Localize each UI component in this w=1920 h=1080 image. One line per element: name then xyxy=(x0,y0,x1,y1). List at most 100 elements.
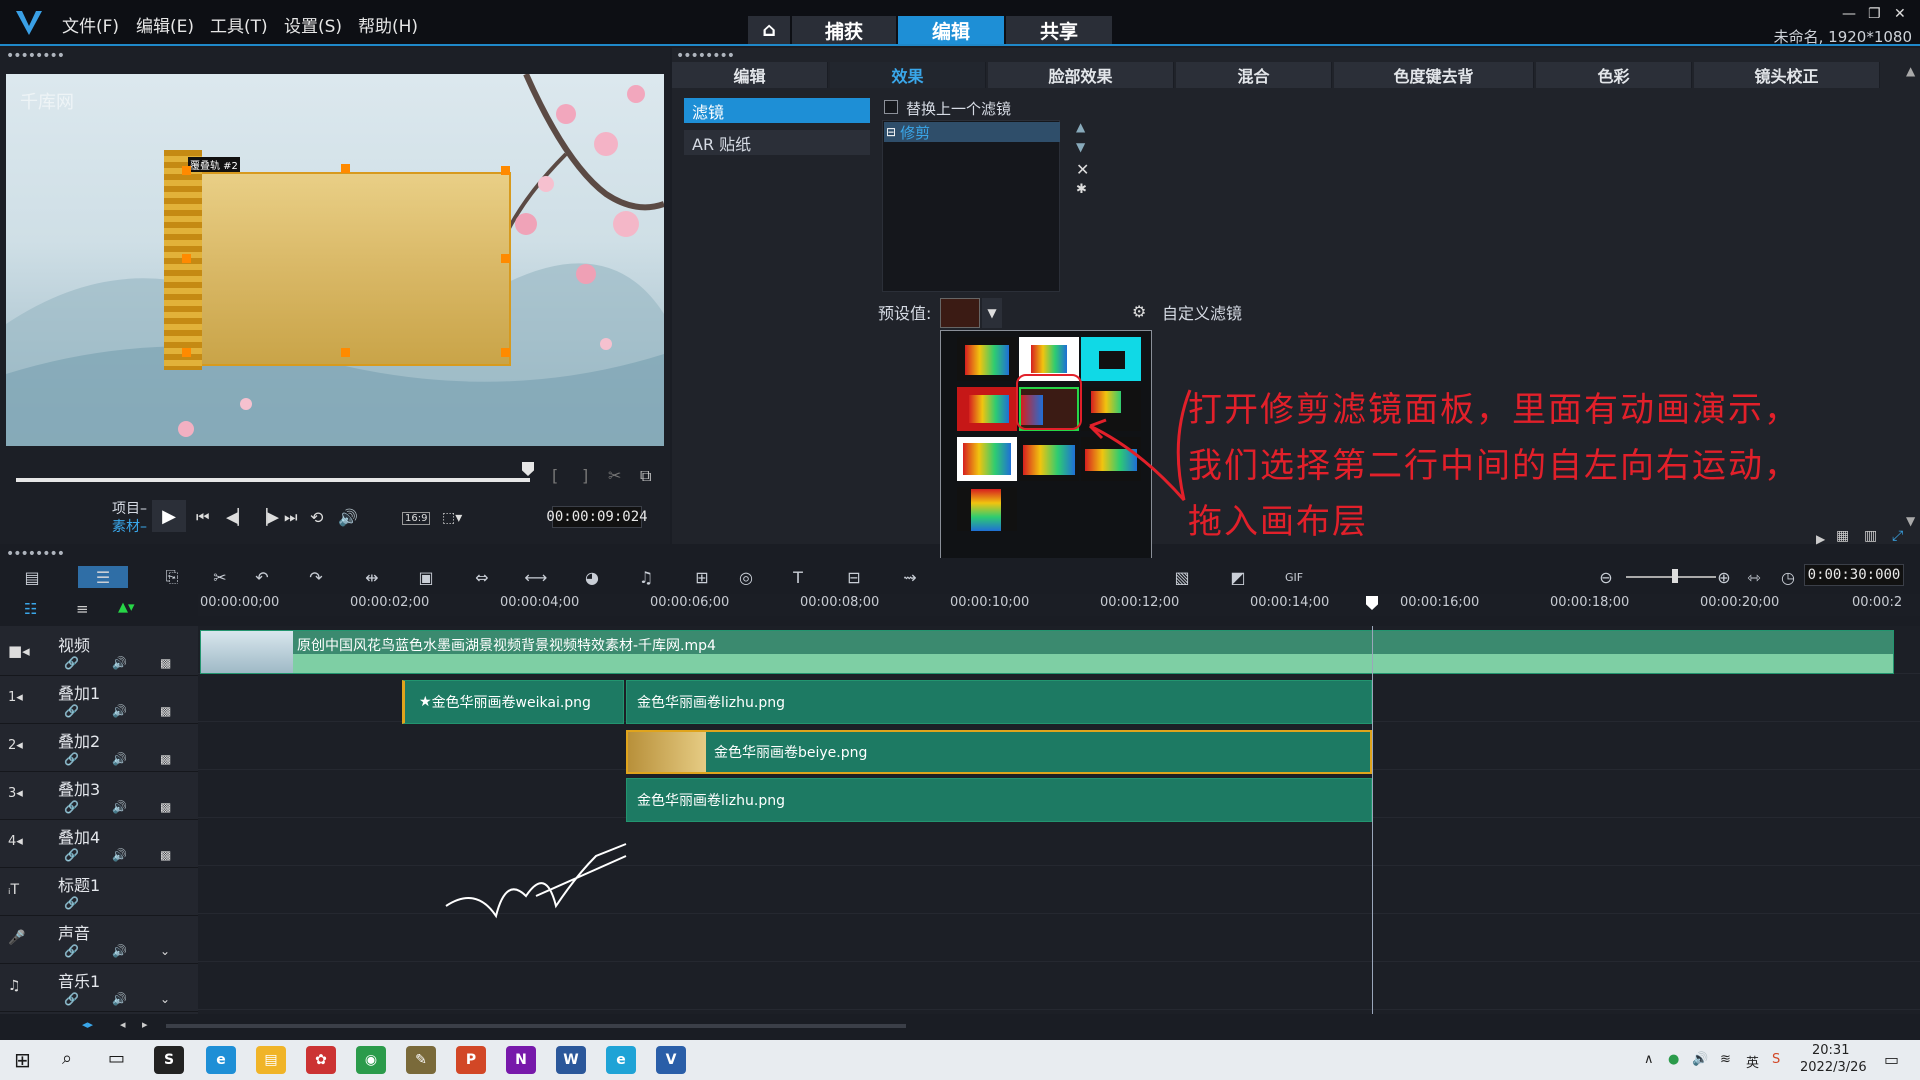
link-icon[interactable]: 🔗 xyxy=(64,992,79,1006)
time-ruler[interactable] xyxy=(198,594,1920,616)
zoom-out-icon[interactable]: ⊖ xyxy=(1594,566,1618,588)
display-mode-icon[interactable]: ⬚▾ xyxy=(442,510,462,526)
grid-icon[interactable]: ▩ xyxy=(160,704,171,718)
menu-help[interactable]: 帮助(H) xyxy=(358,12,418,37)
zoom-in-icon[interactable]: ⊕ xyxy=(1712,566,1736,588)
speed-icon[interactable]: ⇝ xyxy=(898,566,922,588)
fit-project-icon[interactable]: ⇿ xyxy=(1742,566,1766,588)
custom-filter-icon[interactable]: ⚙ xyxy=(1132,302,1146,321)
track-header-music1[interactable]: ♫ 音乐1 🔗 🔊 ⌄ xyxy=(0,964,198,1012)
restore-icon[interactable]: ❐ xyxy=(1868,6,1881,22)
resize-handle[interactable] xyxy=(501,166,510,175)
resize-handle[interactable] xyxy=(182,348,191,357)
scroll-right-icon[interactable]: ▸ xyxy=(142,1018,148,1031)
preset-thumb[interactable] xyxy=(957,387,1017,431)
mute-icon[interactable]: 🔊 xyxy=(112,848,127,862)
clock-time[interactable]: 20:31 xyxy=(1812,1043,1849,1058)
tab-color[interactable]: 色彩 xyxy=(1536,62,1692,88)
preset-thumb[interactable] xyxy=(957,337,1017,381)
volume-icon[interactable]: 🔊 xyxy=(338,508,358,527)
overlay-clip-selected[interactable]: 金色华丽画卷beiye.png xyxy=(626,730,1372,774)
overlay-clip[interactable]: ★ 金色华丽画卷weikai.png xyxy=(402,680,624,724)
resize-handle[interactable] xyxy=(501,348,510,357)
tab-blend[interactable]: 混合 xyxy=(1176,62,1332,88)
preset-thumb[interactable] xyxy=(1019,437,1079,481)
tab-effects[interactable]: 效果 xyxy=(830,62,986,88)
tab-lens-correction[interactable]: 镜头校正 xyxy=(1694,62,1880,88)
color-icon[interactable]: ◕ xyxy=(580,566,604,588)
grip-icon[interactable]: •••••••• xyxy=(6,48,65,64)
wifi-icon[interactable]: ≋ xyxy=(1720,1052,1731,1067)
mark-in-icon[interactable]: [ xyxy=(552,466,558,485)
move-down-icon[interactable]: ▼ xyxy=(1076,140,1085,154)
ime-icon[interactable]: 英 xyxy=(1746,1052,1759,1071)
move-up-icon[interactable]: ▲ xyxy=(1076,120,1085,134)
tray-volume-icon[interactable]: 🔊 xyxy=(1692,1052,1708,1067)
crop-icon[interactable]: ▣ xyxy=(414,566,438,588)
filter-toggle-icon[interactable]: ⊟ xyxy=(886,125,896,139)
mark-out-icon[interactable]: ] xyxy=(582,466,588,485)
audio-icon[interactable]: ♫ xyxy=(634,566,658,588)
title-icon[interactable]: T xyxy=(786,566,810,588)
grid-icon[interactable]: ▩ xyxy=(160,656,171,670)
tab-edit-options[interactable]: 编辑 xyxy=(672,62,828,88)
overlay-clip[interactable]: 金色华丽画卷lizhu.png xyxy=(626,778,1372,822)
menu-tools[interactable]: 工具(T) xyxy=(210,12,268,37)
mute-icon[interactable]: 🔊 xyxy=(112,992,127,1006)
repeat-icon[interactable]: ⟲ xyxy=(310,508,323,527)
split-screen-icon[interactable]: ⊟ xyxy=(842,566,866,588)
link-icon[interactable]: 🔗 xyxy=(64,656,79,670)
undo-icon[interactable]: ↶ xyxy=(250,566,274,588)
windows-start-icon[interactable]: ⊞ xyxy=(14,1048,31,1072)
menu-file[interactable]: 文件(F) xyxy=(62,12,119,37)
stretch-icon[interactable]: ⟷ xyxy=(524,566,548,588)
preset-selected-thumb[interactable] xyxy=(940,298,980,328)
copy-icon[interactable]: ⎘ xyxy=(160,566,184,588)
category-ar-sticker[interactable]: AR 贴纸 xyxy=(684,130,870,155)
resize-handle[interactable] xyxy=(182,254,191,263)
tab-face-effects[interactable]: 脸部效果 xyxy=(988,62,1174,88)
next-frame-icon[interactable]: ▕▶ xyxy=(256,508,279,526)
videostudio-icon[interactable]: V xyxy=(656,1046,686,1074)
clock-date[interactable]: 2022/3/26 xyxy=(1800,1060,1867,1075)
mute-icon[interactable]: 🔊 xyxy=(112,944,127,958)
storyboard-view-icon[interactable]: ▤ xyxy=(20,566,44,588)
mask-icon[interactable]: ◎ xyxy=(734,566,758,588)
snapshot-icon[interactable]: ⧉ xyxy=(640,466,651,486)
applied-filter-item[interactable]: ⊟ 修剪 xyxy=(884,122,1060,142)
applied-filter-list[interactable] xyxy=(882,120,1060,292)
tray-chevron-icon[interactable]: ∧ xyxy=(1644,1052,1654,1067)
tab-share[interactable]: 共享 xyxy=(1006,16,1112,44)
link-icon[interactable]: 🔗 xyxy=(64,800,79,814)
go-to-end-icon[interactable]: ⏭ xyxy=(284,508,298,526)
tools-icon[interactable]: ✂ xyxy=(208,566,232,588)
preset-thumb[interactable] xyxy=(957,487,1017,531)
menu-edit[interactable]: 编辑(E) xyxy=(136,12,194,37)
grid-icon[interactable]: ▩ xyxy=(160,848,171,862)
resize-handle[interactable] xyxy=(341,348,350,357)
track-header-video[interactable]: ■◂ 视频 🔗 🔊 ▩ xyxy=(0,628,198,676)
edge-icon[interactable]: e xyxy=(206,1046,236,1074)
task-view-icon[interactable]: ▭ xyxy=(108,1048,125,1069)
timecode-field[interactable]: 00:00:09:024 xyxy=(546,506,648,528)
onenote-icon[interactable]: N xyxy=(506,1046,536,1074)
aspect-ratio-button[interactable]: 16:9 xyxy=(402,512,431,525)
filter-settings-icon[interactable]: ✱ xyxy=(1076,182,1087,197)
search-icon[interactable]: ⌕ xyxy=(62,1048,72,1069)
delete-filter-icon[interactable]: ✕ xyxy=(1076,160,1089,179)
expand-icon[interactable]: ▶ xyxy=(1816,532,1825,546)
zoom-slider[interactable] xyxy=(1626,576,1716,578)
link-icon[interactable]: 🔗 xyxy=(64,848,79,862)
play-button[interactable]: ▶ xyxy=(152,500,186,532)
add-marker-icon[interactable]: ▲▾ xyxy=(118,600,135,615)
export-icon[interactable]: ▧ xyxy=(1170,566,1194,588)
resize-handle[interactable] xyxy=(182,166,191,175)
grip-icon[interactable]: •••••••• xyxy=(6,546,65,562)
close-icon[interactable]: ✕ xyxy=(1894,6,1906,22)
gif-icon[interactable]: GIF xyxy=(1282,566,1306,588)
layout-1-icon[interactable]: ▦ xyxy=(1836,528,1849,544)
track-header-overlay4[interactable]: 4◂ 叠加4 🔗 🔊 ▩ xyxy=(0,820,198,868)
timeline-scrollbar[interactable] xyxy=(166,1024,906,1028)
graph-icon[interactable]: ◩ xyxy=(1226,566,1250,588)
powerpoint-icon[interactable]: P xyxy=(456,1046,486,1074)
